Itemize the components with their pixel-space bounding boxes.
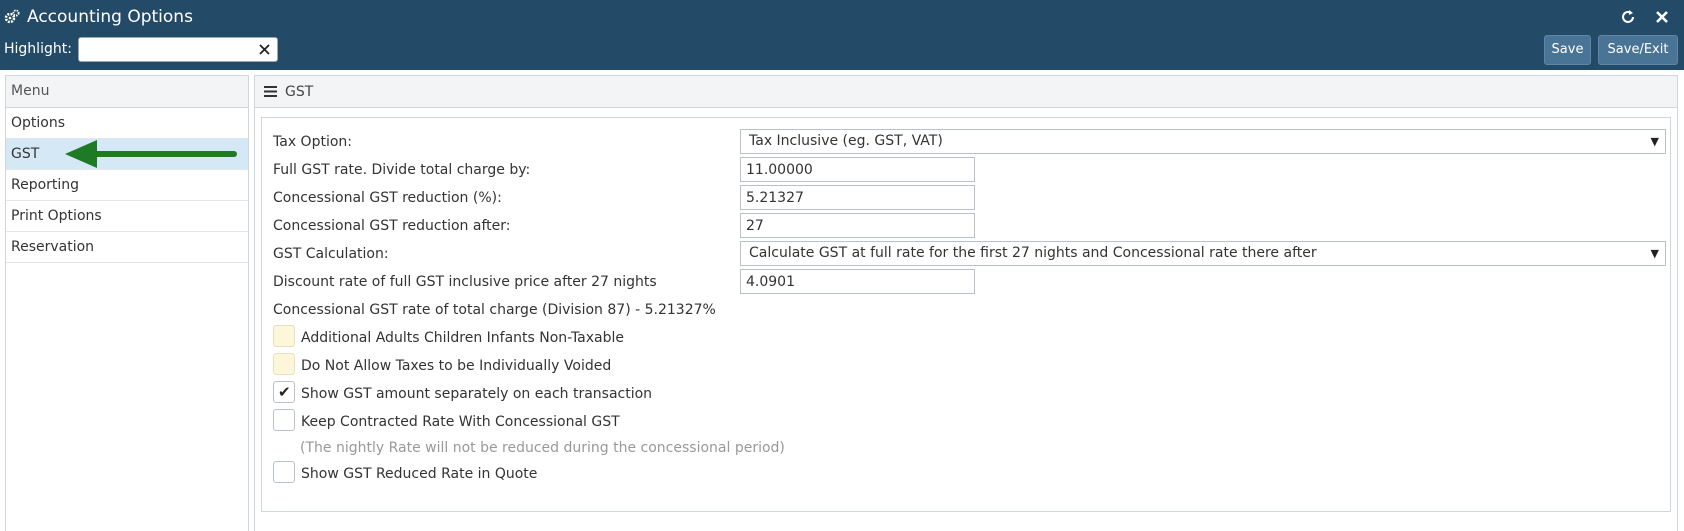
keep-contracted-rate-checkbox[interactable] <box>273 409 295 431</box>
pointer-arrow <box>65 140 237 168</box>
save-exit-button[interactable]: Save/Exit <box>1598 35 1678 65</box>
concessional-reduction-input[interactable] <box>740 185 975 210</box>
gst-calculation-select[interactable]: Calculate GST at full rate for the first… <box>740 241 1666 266</box>
full-gst-rate-input[interactable] <box>740 157 975 182</box>
show-reduced-rate-checkbox[interactable] <box>273 461 295 483</box>
discount-rate-label: Discount rate of full GST inclusive pric… <box>273 274 657 290</box>
save-button[interactable]: Save <box>1544 35 1591 65</box>
full-gst-rate-label: Full GST rate. Divide total charge by: <box>273 162 531 178</box>
keep-contracted-rate-label: Keep Contracted Rate With Concessional G… <box>301 414 620 430</box>
window-title: Accounting Options <box>27 7 193 27</box>
show-gst-amount-label: Show GST amount separately on each trans… <box>301 386 653 402</box>
x-icon[interactable] <box>258 43 271 56</box>
checkmark-icon: ✔ <box>278 383 291 401</box>
no-void-taxes-label: Do Not Allow Taxes to be Individually Vo… <box>301 358 612 374</box>
content-panel: GST Tax Option: Tax Inclusive (eg. GST, … <box>254 75 1678 531</box>
non-taxable-label: Additional Adults Children Infants Non-T… <box>301 330 625 346</box>
concessional-rate-text: Concessional GST rate of total charge (D… <box>273 302 716 318</box>
gst-calculation-label: GST Calculation: <box>273 246 389 262</box>
tax-option-label: Tax Option: <box>273 134 352 150</box>
concessional-after-label: Concessional GST reduction after: <box>273 218 511 234</box>
menu-item-print-options[interactable]: Print Options <box>6 201 248 232</box>
gst-form: Tax Option: Tax Inclusive (eg. GST, VAT)… <box>261 117 1671 512</box>
non-taxable-checkbox[interactable] <box>273 325 295 347</box>
menu-heading: Menu <box>6 76 248 108</box>
menu-item-options[interactable]: Options <box>6 108 248 139</box>
show-gst-amount-checkbox[interactable]: ✔ <box>273 381 295 403</box>
discount-rate-input[interactable] <box>740 269 975 294</box>
concessional-note: (The nightly Rate will not be reduced du… <box>300 440 785 456</box>
refresh-icon[interactable] <box>1620 9 1636 25</box>
concessional-reduction-label: Concessional GST reduction (%): <box>273 190 502 206</box>
concessional-after-input[interactable] <box>740 213 975 238</box>
gears-icon <box>4 9 20 24</box>
highlight-field <box>78 37 278 62</box>
menu-item-reporting[interactable]: Reporting <box>6 170 248 201</box>
content-header: GST <box>255 76 1677 108</box>
no-void-taxes-checkbox[interactable] <box>273 353 295 375</box>
close-icon[interactable] <box>1654 9 1670 25</box>
section-title: GST <box>285 84 314 100</box>
highlight-label: Highlight: <box>4 41 72 57</box>
show-reduced-rate-label: Show GST Reduced Rate in Quote <box>301 466 538 482</box>
chevron-down-icon: ▼ <box>1650 135 1659 148</box>
tax-option-value: Tax Inclusive (eg. GST, VAT) <box>749 133 943 149</box>
hamburger-icon[interactable] <box>264 86 277 97</box>
menu-item-reservation[interactable]: Reservation <box>6 232 248 263</box>
gst-calculation-value: Calculate GST at full rate for the first… <box>749 245 1317 261</box>
chevron-down-icon: ▼ <box>1650 247 1659 260</box>
tax-option-select[interactable]: Tax Inclusive (eg. GST, VAT) ▼ <box>740 129 1666 154</box>
title-bar: Accounting Options Highlight: Save Save/… <box>0 0 1684 70</box>
highlight-input[interactable] <box>83 40 249 59</box>
